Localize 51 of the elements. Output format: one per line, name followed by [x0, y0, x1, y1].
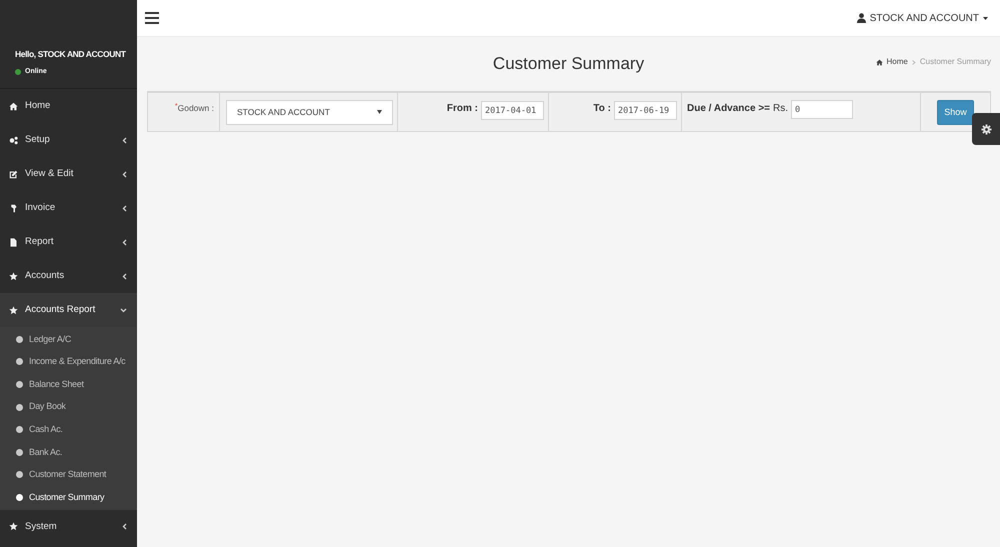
home-icon [876, 58, 883, 66]
sidebar-item[interactable]: Report [0, 225, 137, 259]
chevron-icon [122, 204, 127, 212]
submenu-item[interactable]: Income & Expenditure A/c [0, 350, 137, 374]
submenu-item[interactable]: Customer Summary [0, 486, 137, 509]
currency-label: Rs. [773, 102, 788, 116]
chevron-icon [122, 170, 127, 178]
to-label: To : [593, 102, 611, 116]
user-icon [856, 13, 866, 23]
user-menu[interactable]: STOCK AND ACCOUNT [856, 10, 988, 26]
submenu-item[interactable]: Customer Statement [0, 464, 137, 486]
menu-icon[interactable] [145, 12, 159, 24]
sidebar-item[interactable]: Accounts [0, 259, 137, 293]
settings-tab[interactable] [972, 113, 1000, 145]
chevron-icon [122, 238, 127, 246]
star-icon [9, 306, 18, 314]
gear-icon [980, 124, 992, 134]
separator-icon [912, 60, 916, 64]
godown-select[interactable]: STOCK AND ACCOUNT [226, 100, 393, 124]
caret-icon [983, 16, 988, 20]
submenu-item[interactable]: Ledger A/C [0, 328, 137, 351]
submenu-item[interactable]: Bank Ac. [0, 440, 137, 464]
breadcrumb-link[interactable]: Home [876, 56, 908, 68]
star-icon [9, 272, 18, 280]
from-date-field[interactable]: 2017-04-01 [481, 101, 544, 120]
chevron-icon [120, 308, 127, 312]
sidebar-item[interactable]: Invoice [0, 191, 137, 225]
submenu-item[interactable]: Balance Sheet [0, 373, 137, 396]
submenu-item[interactable]: Day Book [0, 396, 137, 418]
show-button[interactable]: Show [937, 100, 974, 125]
sidebar-item[interactable]: System [0, 510, 137, 544]
amount-field[interactable]: 0 [791, 100, 853, 119]
sidebar-item[interactable]: Home [0, 89, 137, 123]
chevron-icon [122, 272, 127, 280]
page-title: Customer Summary [492, 53, 644, 76]
due-advance-label: Due / Advance >= [687, 102, 770, 116]
edit-icon [9, 170, 18, 178]
star-icon [9, 522, 18, 532]
to-date-field[interactable]: 2017-06-19 [614, 101, 677, 120]
sidebar-item[interactable]: Accounts Report [0, 293, 137, 327]
submenu-item[interactable]: Cash Ac. [0, 418, 137, 441]
from-label: From : [446, 102, 478, 116]
home-icon [9, 102, 18, 110]
breadcrumb-current: Customer Summary [920, 56, 991, 68]
chevron-icon [122, 523, 127, 530]
document-icon [9, 238, 18, 246]
user-greeting: Hello, STOCK AND ACCOUNT [15, 48, 126, 61]
chevron-icon [122, 136, 127, 144]
sidebar-item[interactable]: View & Edit [0, 157, 137, 191]
caret-icon [377, 110, 382, 114]
sidebar-item[interactable]: Setup [0, 123, 137, 157]
